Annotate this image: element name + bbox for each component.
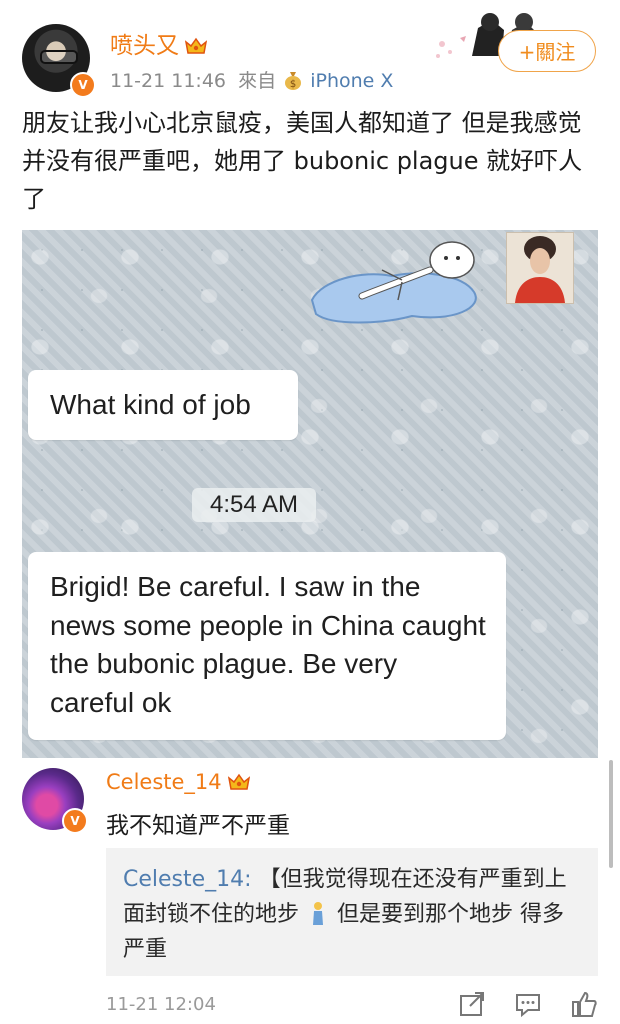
post-author-name[interactable]: 喷头又 bbox=[110, 33, 179, 59]
verified-v-icon: V bbox=[62, 808, 88, 834]
reply-box[interactable]: Celeste_14: 【但我觉得现在还没有严重到上面封锁不住的地步 但是要到那… bbox=[106, 848, 598, 976]
thumbs-up-icon[interactable] bbox=[570, 990, 598, 1018]
chat-timestamp: 4:54 AM bbox=[192, 488, 316, 522]
money-bag-icon: $ bbox=[285, 72, 302, 90]
post-device[interactable]: iPhone X bbox=[310, 70, 393, 92]
commenter-avatar[interactable]: V bbox=[22, 768, 88, 834]
follow-button[interactable]: +關注 bbox=[498, 30, 596, 72]
lying-figure-sticker-icon bbox=[310, 241, 477, 324]
scrollbar[interactable] bbox=[609, 760, 613, 868]
verified-v-icon: V bbox=[70, 72, 96, 98]
chat-screenshot-image[interactable]: What kind of job 4:54 AM Brigid! Be care… bbox=[22, 230, 598, 758]
post-author[interactable]: 喷头又 bbox=[110, 26, 207, 60]
reply-text: Celeste_14: 【但我觉得现在还没有严重到上面封锁不住的地步 但是要到那… bbox=[123, 862, 585, 967]
post-time: 11-21 11:46 bbox=[110, 70, 227, 92]
repost-icon[interactable] bbox=[458, 990, 486, 1018]
crown-icon bbox=[227, 773, 250, 790]
post-meta: 11-21 11:46 來自 $ iPhone X bbox=[110, 66, 393, 93]
avatar-glasses bbox=[40, 50, 78, 64]
crown-icon bbox=[185, 37, 207, 54]
commenter-name-text[interactable]: Celeste_14 bbox=[106, 770, 222, 794]
reply-author[interactable]: Celeste_14 bbox=[123, 867, 244, 892]
commenter-name[interactable]: Celeste_14 bbox=[106, 770, 250, 794]
comment-icon[interactable] bbox=[514, 990, 542, 1018]
author-avatar[interactable]: V bbox=[22, 24, 96, 98]
person-emoji-icon bbox=[313, 902, 324, 925]
chat-message-1: What kind of job bbox=[28, 370, 298, 440]
post-text: 朋友让我小心北京鼠疫，美国人都知道了 但是我感觉并没有很严重吧，她用了 bubo… bbox=[22, 109, 583, 213]
svg-text:$: $ bbox=[290, 79, 296, 90]
chat-message-2: Brigid! Be careful. I saw in the news so… bbox=[28, 552, 506, 740]
chat-contact-avatar bbox=[506, 232, 574, 304]
comment-text: 我不知道严不严重 bbox=[106, 813, 290, 839]
reply-colon: : bbox=[244, 867, 252, 892]
post-source-prefix: 來自 bbox=[238, 70, 277, 92]
comment-time: 11-21 12:04 bbox=[106, 994, 216, 1015]
